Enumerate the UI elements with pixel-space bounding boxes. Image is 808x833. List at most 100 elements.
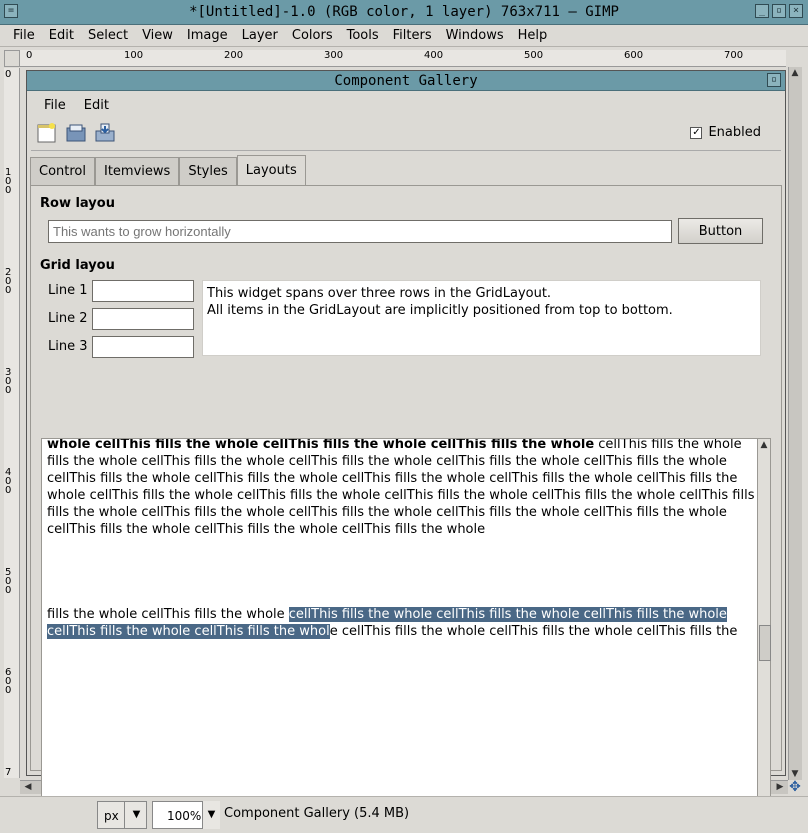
scroll-right-icon[interactable]: ▶	[774, 781, 786, 793]
text-span: fills the whole cellThis fills the whole	[47, 607, 289, 622]
text-line: cellThis fills the whole cellThis fills …	[47, 623, 737, 640]
status-info: Component Gallery (5.4 MB)	[224, 806, 410, 821]
scroll-left-icon[interactable]: ◀	[22, 781, 34, 793]
ruler-label: 200	[5, 267, 12, 296]
menu-file[interactable]: File	[6, 28, 42, 43]
tab-bar: Control Itemviews Styles Layouts	[30, 155, 306, 186]
text-line: whole cellThis fills the whole cellThis …	[47, 438, 742, 453]
ruler-label: 300	[5, 367, 12, 396]
grid-layout-heading: Grid layou	[40, 258, 115, 273]
text-span: e cellThis fills the whole cellThis fill…	[329, 624, 738, 639]
save-icon[interactable]	[93, 121, 117, 145]
navigate-icon[interactable]: ✥	[788, 780, 802, 794]
text-span: cellThis fills the whole	[594, 438, 742, 452]
chevron-down-icon[interactable]: ▼	[202, 801, 220, 829]
bold-text: whole cellThis fills the whole cellThis …	[47, 438, 595, 452]
ruler-label: 400	[5, 467, 12, 496]
span-text-2: All items in the GridLayout are implicit…	[207, 303, 673, 318]
ruler-label: 300	[324, 50, 344, 61]
line-2-input[interactable]	[92, 308, 194, 330]
gallery-menu-edit[interactable]: Edit	[75, 98, 118, 113]
tab-control[interactable]: Control	[30, 157, 95, 186]
tab-styles[interactable]: Styles	[179, 157, 237, 186]
horizontal-ruler[interactable]: 0 100 200 300 400 500 600 700	[20, 50, 786, 67]
minimize-icon[interactable]: _	[755, 4, 769, 18]
text-line: whole cellThis fills the whole cellThis …	[47, 488, 755, 503]
ruler-label: 700	[724, 50, 744, 61]
menu-select[interactable]: Select	[81, 28, 135, 43]
toolbar-separator	[31, 150, 781, 151]
text-line: fills the whole cellThis fills the whole…	[47, 454, 727, 469]
layouts-panel: Row layou Button Grid layou Line 1 Line …	[30, 185, 782, 830]
ruler-label: 100	[5, 167, 12, 196]
window-title: *[Untitled]-1.0 (RGB color, 1 layer) 763…	[189, 4, 619, 20]
gallery-title-bar: Component Gallery ▫	[27, 71, 785, 91]
ruler-label: 0	[5, 69, 12, 80]
gallery-menu-file[interactable]: File	[35, 98, 75, 113]
text-line: cellThis fills the whole cellThis fills …	[47, 471, 738, 486]
menu-edit[interactable]: Edit	[42, 28, 81, 43]
menu-colors[interactable]: Colors	[285, 28, 340, 43]
line-1-label: Line 1	[48, 283, 88, 298]
status-bar: px ▼ 100% ▼ Component Gallery (5.4 MB)	[0, 796, 808, 833]
gimp-menu-bar: File Edit Select View Image Layer Colors…	[0, 25, 808, 47]
ruler-label: 400	[424, 50, 444, 61]
menu-layer[interactable]: Layer	[235, 28, 285, 43]
ruler-label: 100	[124, 50, 144, 61]
unit-value: px	[104, 809, 119, 823]
text-line: cellThis fills the whole cellThis fills …	[47, 522, 486, 537]
open-icon[interactable]	[64, 121, 88, 145]
ruler-label: 200	[224, 50, 244, 61]
line-3-input[interactable]	[92, 336, 194, 358]
gimp-title-bar: = *[Untitled]-1.0 (RGB color, 1 layer) 7…	[0, 0, 808, 25]
menu-help[interactable]: Help	[511, 28, 555, 43]
enabled-checkbox[interactable]: ✓	[690, 126, 703, 139]
row-layout-heading: Row layou	[40, 196, 115, 211]
zoom-value: 100%	[167, 809, 202, 823]
ruler-label: 500	[5, 567, 12, 596]
gallery-title: Component Gallery	[334, 72, 478, 89]
ruler-label: 500	[524, 50, 544, 61]
span-text-1: This widget spans over three rows in the…	[207, 286, 552, 301]
menu-tools[interactable]: Tools	[340, 28, 386, 43]
ruler-corner[interactable]	[4, 50, 20, 67]
scroll-up-icon[interactable]: ▲	[789, 67, 801, 79]
enabled-toggle[interactable]: ✓ Enabled	[690, 125, 761, 140]
line-1-input[interactable]	[92, 280, 194, 302]
gallery-toolbar	[35, 121, 117, 147]
ruler-label: 0	[26, 50, 33, 61]
new-icon[interactable]	[35, 121, 59, 145]
row-layout-button[interactable]: Button	[678, 218, 763, 244]
ruler-label: 7	[5, 767, 12, 778]
maximize-icon[interactable]: ▫	[772, 4, 786, 18]
menu-filters[interactable]: Filters	[386, 28, 439, 43]
scrollbar-thumb[interactable]	[759, 625, 771, 661]
canvas-vertical-scrollbar[interactable]: ▲ ▼	[788, 67, 802, 780]
text-area-scrollbar[interactable]: ▲ ▼	[757, 438, 771, 830]
grow-horizontal-input[interactable]	[48, 220, 672, 243]
vertical-ruler[interactable]: 0 100 200 300 400 500 600 7	[4, 68, 20, 778]
close-icon[interactable]: ×	[789, 4, 803, 18]
line-2-label: Line 2	[48, 311, 88, 326]
menu-image[interactable]: Image	[180, 28, 235, 43]
selected-text: cellThis fills the whole cellThis fills …	[47, 624, 330, 639]
fill-cell-text-area[interactable]: whole cellThis fills the whole cellThis …	[41, 438, 759, 830]
enabled-label: Enabled	[708, 125, 761, 140]
component-gallery-window: Component Gallery ▫ File Edit ✓ Enabled …	[26, 70, 786, 830]
text-line: fills the whole cellThis fills the whole…	[47, 505, 727, 520]
line-3-label: Line 3	[48, 339, 88, 354]
window-menu-icon[interactable]: =	[4, 4, 18, 18]
gallery-menu-bar: File Edit	[27, 93, 118, 117]
ruler-label: 600	[624, 50, 644, 61]
tab-itemviews[interactable]: Itemviews	[95, 157, 180, 186]
maximize-icon[interactable]: ▫	[767, 73, 781, 87]
spanning-widget: This widget spans over three rows in the…	[202, 280, 761, 356]
menu-windows[interactable]: Windows	[439, 28, 511, 43]
menu-view[interactable]: View	[135, 28, 180, 43]
selected-text: cellThis fills the whole cellThis fills …	[288, 607, 727, 622]
text-line: fills the whole cellThis fills the whole…	[47, 606, 727, 623]
ruler-label: 600	[5, 667, 12, 696]
chevron-down-icon[interactable]: ▼	[124, 801, 148, 829]
scroll-up-icon[interactable]: ▲	[758, 439, 770, 451]
tab-layouts[interactable]: Layouts	[236, 155, 306, 186]
